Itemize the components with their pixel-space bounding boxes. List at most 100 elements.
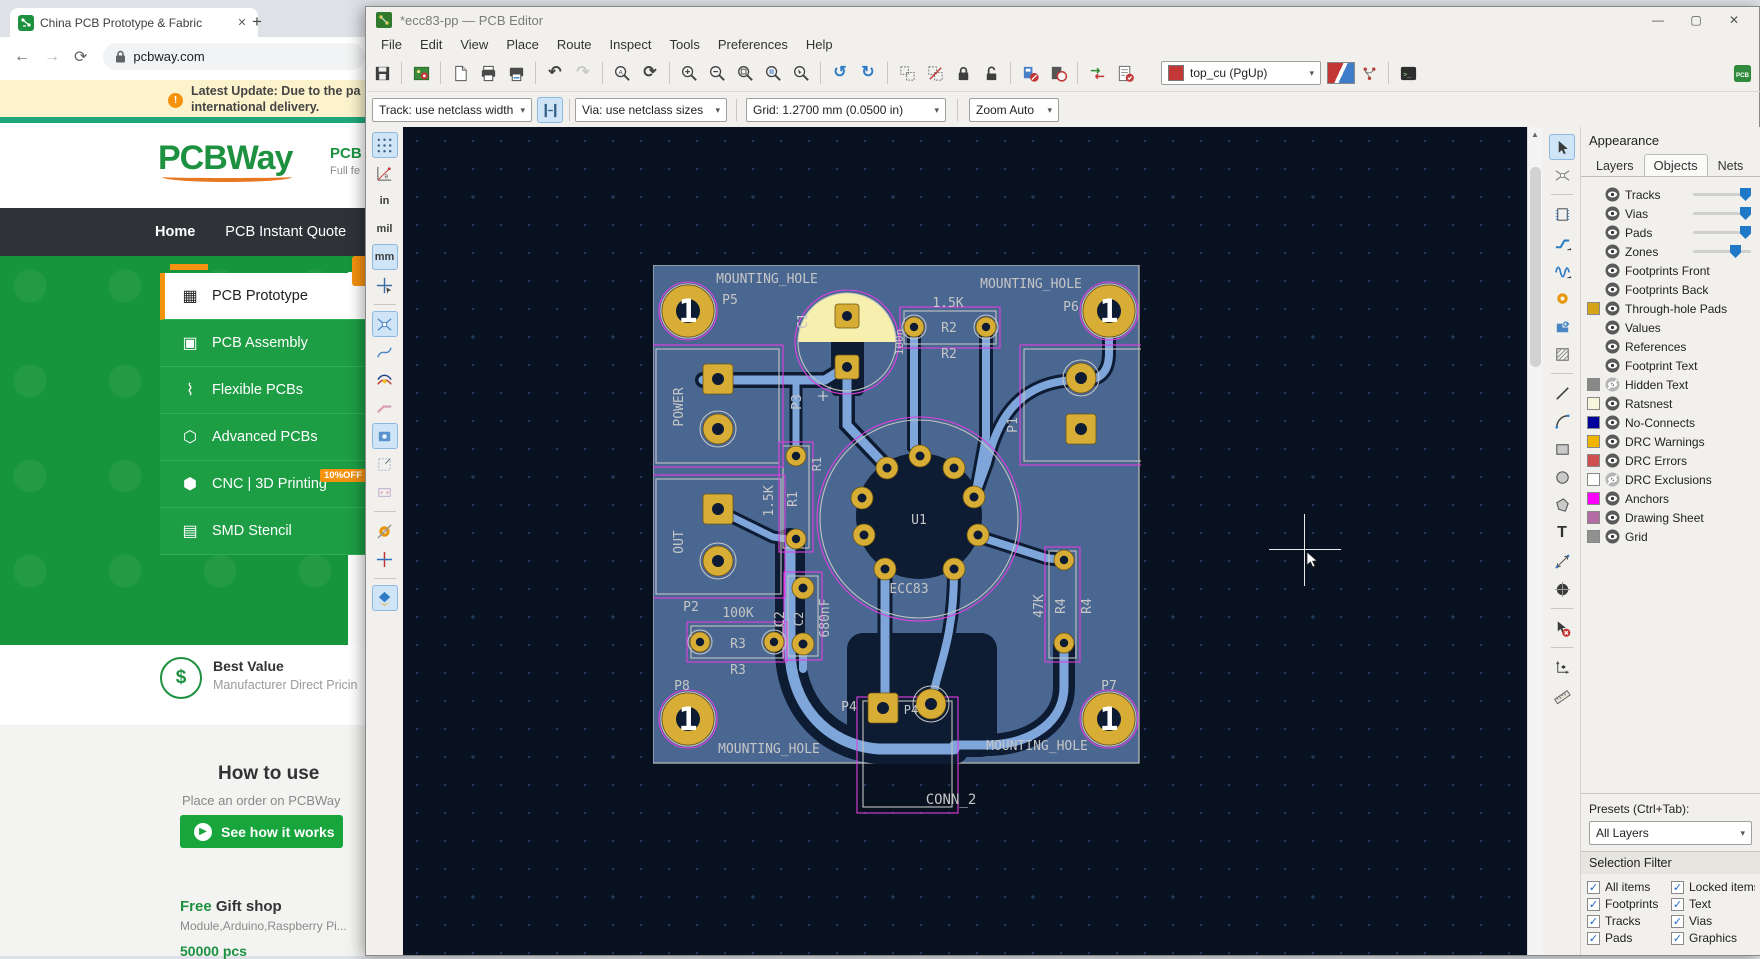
color-swatch[interactable]: [1587, 378, 1600, 391]
quote-button-sliver[interactable]: [352, 256, 366, 286]
close-button[interactable]: ✕: [1719, 13, 1749, 27]
zone-fill-mode-icon[interactable]: [372, 518, 398, 544]
sketch-tracks-icon[interactable]: [372, 395, 398, 421]
filter-tracks[interactable]: ✓Tracks: [1587, 914, 1671, 928]
zoom-fit-icon[interactable]: [732, 60, 758, 86]
rotate-cw-icon[interactable]: ↻: [855, 60, 881, 86]
filter-footprints[interactable]: ✓Footprints: [1587, 897, 1671, 911]
checkbox-checked[interactable]: ✓: [1587, 898, 1600, 911]
dimension-icon[interactable]: [1549, 548, 1575, 574]
browser-tab[interactable]: China PCB Prototype & Fabric ✕: [10, 8, 258, 37]
sidebar-item-cnc-3d-printing[interactable]: ⬢ CNC | 3D Printing10%OFF: [160, 461, 380, 508]
visibility-eye-icon[interactable]: [1605, 510, 1620, 525]
update-footprints-icon[interactable]: [1017, 60, 1043, 86]
visibility-eye-icon[interactable]: [1605, 453, 1620, 468]
filter-vias[interactable]: ✓Vias: [1671, 914, 1755, 928]
page-settings-icon[interactable]: [447, 60, 473, 86]
opacity-slider[interactable]: [1693, 212, 1751, 215]
sidebar-item-pcb-prototype[interactable]: ▦ PCB Prototype: [160, 273, 380, 320]
route-tracks-icon[interactable]: [1549, 229, 1575, 255]
place-footprint-icon[interactable]: [1549, 201, 1575, 227]
filter-graphics[interactable]: ✓Graphics: [1671, 931, 1755, 945]
new-tab-button[interactable]: +: [252, 12, 262, 32]
layer-selector[interactable]: top_cu (PgUp)▾: [1161, 61, 1321, 85]
menu-edit[interactable]: Edit: [411, 35, 451, 54]
checkbox-checked[interactable]: ✓: [1671, 881, 1684, 894]
filter-locked-items[interactable]: ✓Locked items: [1671, 880, 1755, 894]
draw-rect-icon[interactable]: [1549, 436, 1575, 462]
color-swatch[interactable]: [1587, 435, 1600, 448]
visibility-eye-icon[interactable]: [1605, 301, 1620, 316]
visibility-eye-icon[interactable]: [1605, 415, 1620, 430]
checkbox-checked[interactable]: ✓: [1587, 881, 1600, 894]
axis-origin-icon[interactable]: [1549, 654, 1575, 680]
visibility-eye-icon[interactable]: [1605, 377, 1620, 392]
track-width-icon[interactable]: [537, 97, 563, 123]
group-icon[interactable]: [894, 60, 920, 86]
sketch-pads-icon[interactable]: [372, 423, 398, 449]
kicad-logo-icon[interactable]: PCB: [1729, 60, 1755, 86]
tab-layers[interactable]: Layers: [1586, 155, 1644, 176]
opacity-slider[interactable]: [1693, 193, 1751, 196]
menu-view[interactable]: View: [451, 35, 497, 54]
ungroup-icon[interactable]: [922, 60, 948, 86]
tab-close-icon[interactable]: ✕: [234, 16, 250, 29]
checkbox-checked[interactable]: ✓: [1671, 932, 1684, 945]
nav-item-home[interactable]: Home: [155, 224, 195, 240]
sidebar-item-pcb-assembly[interactable]: ▣ PCB Assembly: [160, 320, 380, 367]
checkbox-checked[interactable]: ✓: [1587, 932, 1600, 945]
ratsnest-curved-icon[interactable]: [372, 339, 398, 365]
color-swatch[interactable]: [1587, 454, 1600, 467]
see-how-it-works-button[interactable]: ▶ See how it works: [180, 815, 343, 848]
board-setup-icon[interactable]: [408, 60, 434, 86]
update-board-icon[interactable]: [1084, 60, 1110, 86]
layer-pair-indicator[interactable]: [1327, 62, 1355, 84]
console-icon[interactable]: >_: [1395, 60, 1421, 86]
tune-length-icon[interactable]: [1549, 257, 1575, 283]
color-swatch[interactable]: [1587, 473, 1600, 486]
visibility-eye-icon[interactable]: [1605, 434, 1620, 449]
menu-inspect[interactable]: Inspect: [601, 35, 661, 54]
find-icon[interactable]: A: [609, 60, 635, 86]
cursor-shape-icon[interactable]: [372, 272, 398, 298]
visibility-eye-icon[interactable]: [1605, 491, 1620, 506]
select-tool-icon[interactable]: [1549, 134, 1575, 160]
pcb-canvas[interactable]: MOUNTING_HOLEMOUNTING_HOLEMOUNTING_HOLEM…: [403, 127, 1527, 955]
place-via-icon[interactable]: [1549, 285, 1575, 311]
visibility-eye-icon[interactable]: [1605, 472, 1620, 487]
maximize-button[interactable]: ▢: [1681, 13, 1711, 27]
visibility-eye-icon[interactable]: [1605, 206, 1620, 221]
delete-tool-icon[interactable]: [1549, 615, 1575, 641]
canvas-vertical-scrollbar[interactable]: ▲: [1527, 127, 1542, 955]
menu-tools[interactable]: Tools: [660, 35, 708, 54]
filter-text[interactable]: ✓Text: [1671, 897, 1755, 911]
undo-icon[interactable]: ↶: [542, 60, 568, 86]
menu-route[interactable]: Route: [548, 35, 601, 54]
minimize-button[interactable]: —: [1643, 13, 1673, 27]
pcbway-logo[interactable]: PCBWay: [158, 139, 292, 178]
draw-zone-icon[interactable]: [1549, 313, 1575, 339]
redo-icon[interactable]: ↷: [570, 60, 596, 86]
opacity-slider[interactable]: [1693, 231, 1751, 234]
color-swatch[interactable]: [1587, 302, 1600, 315]
visibility-eye-icon[interactable]: [1605, 529, 1620, 544]
nav-item-pcb-instant-quote[interactable]: PCB Instant Quote: [225, 224, 346, 240]
zoom-in-icon[interactable]: [676, 60, 702, 86]
grid-select[interactable]: Grid: 1.2700 mm (0.0500 in)▾: [746, 98, 946, 122]
menu-preferences[interactable]: Preferences: [709, 35, 797, 54]
reload-icon[interactable]: ⟳: [74, 47, 87, 67]
units-in-icon[interactable]: in: [372, 188, 398, 214]
checkbox-checked[interactable]: ✓: [1671, 915, 1684, 928]
high-contrast-mode-icon[interactable]: [372, 585, 398, 611]
plot-icon[interactable]: [503, 60, 529, 86]
zoom-select[interactable]: Zoom Auto▾: [969, 98, 1059, 122]
color-swatch[interactable]: [1587, 397, 1600, 410]
rotate-ccw-icon[interactable]: ↺: [827, 60, 853, 86]
zoom-selection-icon[interactable]: [788, 60, 814, 86]
visibility-eye-icon[interactable]: [1605, 358, 1620, 373]
visibility-eye-icon[interactable]: [1605, 225, 1620, 240]
tab-nets[interactable]: Nets: [1708, 155, 1754, 176]
net-highlight-icon[interactable]: [372, 367, 398, 393]
menu-help[interactable]: Help: [797, 35, 842, 54]
lock-icon[interactable]: [950, 60, 976, 86]
